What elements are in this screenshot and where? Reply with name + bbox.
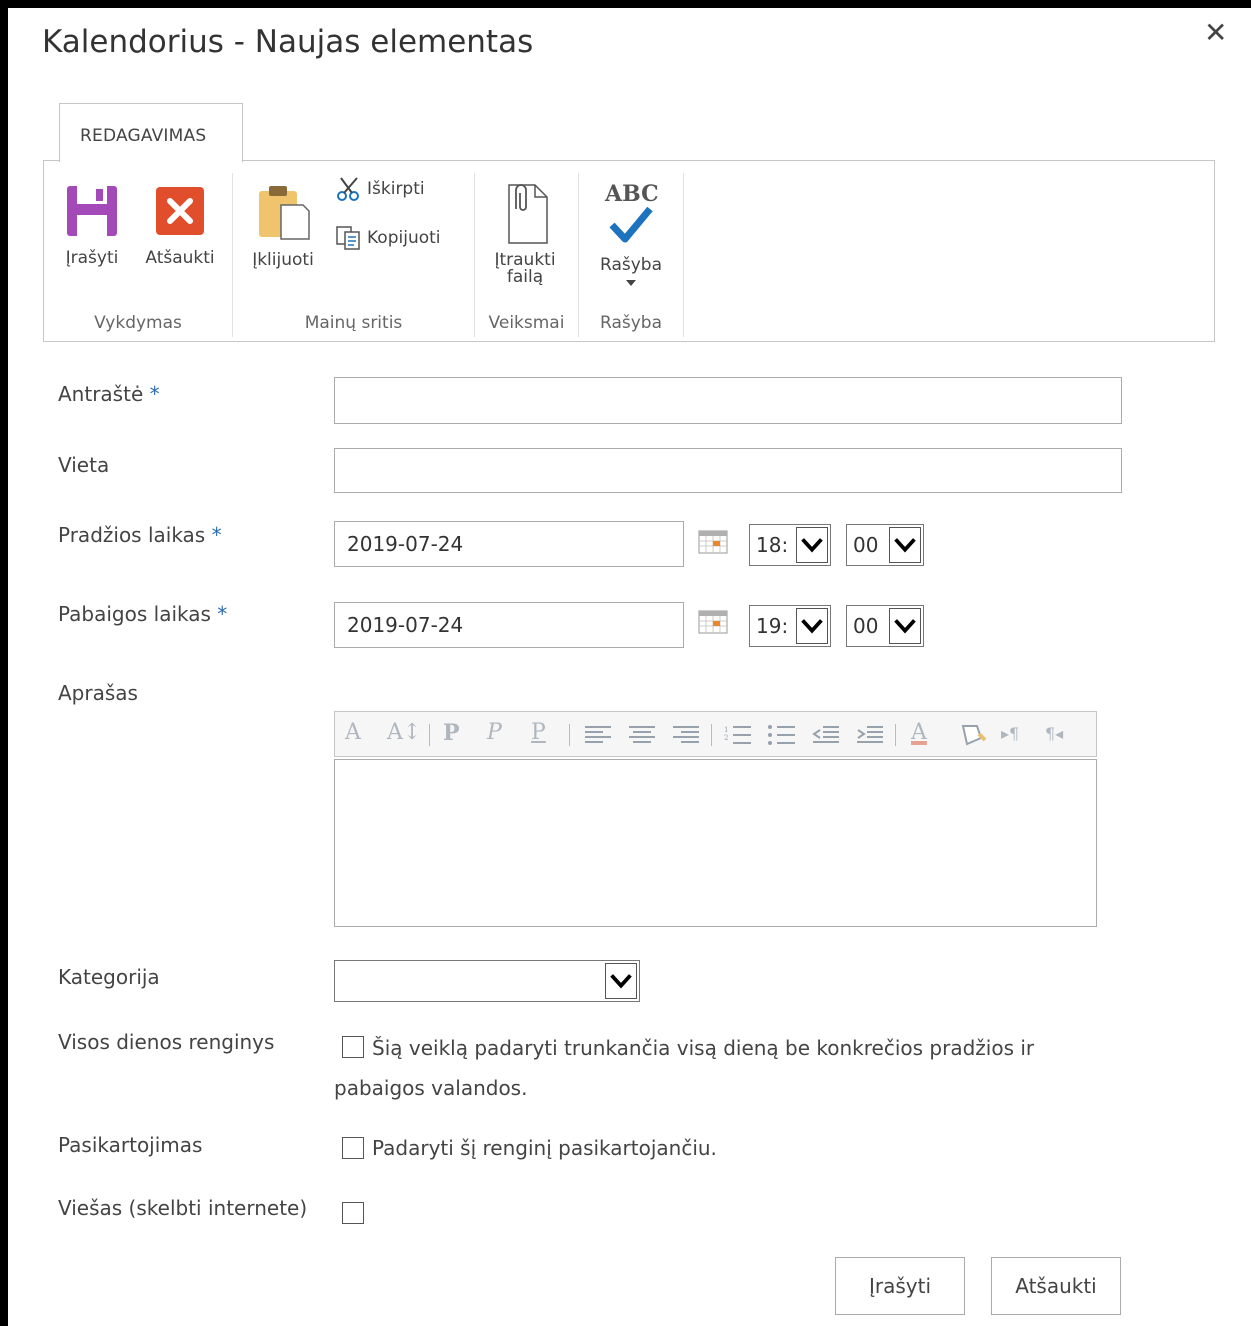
location-field-label: Vieta	[58, 453, 110, 477]
chevron-down-icon	[796, 527, 828, 563]
allday-description-line1: Šią veiklą padaryti trunkančia visą dien…	[372, 1036, 1035, 1060]
public-checkbox[interactable]	[342, 1202, 364, 1224]
bold-icon[interactable]: P	[443, 720, 460, 746]
allday-checkbox[interactable]	[342, 1036, 364, 1058]
attach-file-icon	[508, 184, 548, 244]
cancel-icon	[156, 187, 204, 235]
indent-icon[interactable]	[855, 724, 885, 746]
font-color-icon[interactable]: A	[911, 720, 927, 745]
end-minute-select[interactable]: 00	[846, 605, 924, 647]
copy-icon	[336, 226, 360, 250]
ribbon-cancel-button[interactable]: Atšaukti	[140, 185, 220, 267]
tab-label: REDAGAVIMAS	[80, 126, 207, 146]
recurrence-description: Padaryti šį renginį pasikartojančiu.	[372, 1136, 717, 1160]
highlight-color-icon[interactable]	[955, 722, 989, 748]
start-date-input[interactable]	[334, 521, 684, 567]
ribbon-spelling-button[interactable]: ABC Rašyba	[591, 181, 671, 286]
paste-icon	[259, 186, 310, 240]
toolbar-divider	[711, 724, 712, 746]
start-time-label: Pradžios laikas *	[58, 523, 222, 547]
chevron-down-icon	[889, 527, 921, 563]
required-mark: *	[149, 382, 160, 406]
group-label-veiksmai: Veiksmai	[488, 313, 565, 333]
description-label: Aprašas	[58, 681, 138, 705]
ribbon-attach-file-button[interactable]: Įtraukti failą	[485, 181, 565, 286]
title-field-label: Antraštė *	[58, 382, 160, 406]
save-icon	[67, 186, 117, 236]
group-veiksmai: Įtraukti failą Veiksmai	[475, 173, 579, 337]
ltr-icon[interactable]: ▸¶	[1001, 724, 1019, 743]
ribbon-copy-button[interactable]: Kopijuoti	[335, 225, 441, 251]
ribbon-save-label: Įrašyti	[65, 248, 119, 268]
new-item-dialog: Kalendorius - Naujas elementas ✕ REDAGAV…	[8, 8, 1251, 1326]
recurrence-checkbox[interactable]	[342, 1137, 364, 1159]
spelling-icon: ABC	[591, 181, 671, 247]
start-hour-select[interactable]: 18:	[749, 524, 831, 566]
ribbon: Įrašyti Atšaukti Vykdymas Įklijuoti Iški…	[43, 160, 1215, 342]
toolbar-divider	[429, 724, 430, 746]
allday-description-line2: pabaigos valandos.	[334, 1076, 528, 1100]
numbered-list-icon[interactable]: 12	[723, 724, 753, 746]
outdent-icon[interactable]	[811, 724, 841, 746]
ribbon-paste-button[interactable]: Įklijuoti	[243, 181, 323, 269]
rich-text-toolbar: A A↕ P P P 12 A ▸¶ ¶◂	[334, 711, 1097, 757]
ribbon-save-button[interactable]: Įrašyti	[64, 185, 120, 267]
chevron-down-icon	[626, 280, 636, 286]
end-hour-select[interactable]: 19:	[749, 605, 831, 647]
font-icon[interactable]: A	[345, 720, 361, 745]
required-mark: *	[217, 602, 228, 626]
align-left-icon[interactable]	[583, 724, 613, 746]
category-select[interactable]	[334, 960, 640, 1002]
group-mainu-sritis: Įklijuoti Iškirpti Kopijuoti Mainų sriti…	[233, 173, 475, 337]
save-button[interactable]: Įrašyti	[835, 1257, 965, 1315]
title-input[interactable]	[334, 377, 1122, 424]
ribbon-paste-label: Įklijuoti	[252, 250, 314, 270]
ribbon-cut-button[interactable]: Iškirpti	[335, 175, 425, 203]
bullet-list-icon[interactable]	[767, 724, 797, 746]
scissors-icon	[337, 177, 359, 201]
checkmark-icon	[609, 206, 653, 243]
group-label-rasyba: Rašyba	[600, 313, 662, 333]
chevron-down-icon	[796, 608, 828, 644]
ribbon-attach-label-2: failą	[506, 267, 544, 287]
calendar-icon[interactable]	[698, 610, 728, 634]
end-date-input[interactable]	[334, 602, 684, 648]
allday-label: Visos dienos renginys	[58, 1030, 275, 1054]
underline-icon[interactable]: P	[531, 720, 546, 745]
group-vykdymas: Įrašyti Atšaukti Vykdymas	[44, 173, 233, 337]
group-label-mainu-sritis: Mainų sritis	[304, 313, 403, 333]
font-size-icon[interactable]: A↕	[387, 720, 421, 745]
ribbon-cancel-label: Atšaukti	[145, 248, 215, 268]
ribbon-copy-label: Kopijuoti	[367, 228, 441, 248]
toolbar-divider	[569, 724, 570, 746]
spelling-icon-text: ABC	[605, 181, 659, 207]
public-label: Viešas (skelbti internete)	[58, 1196, 308, 1220]
start-minute-select[interactable]: 00	[846, 524, 924, 566]
recurrence-label: Pasikartojimas	[58, 1133, 203, 1157]
category-label: Kategorija	[58, 965, 160, 989]
group-label-vykdymas: Vykdymas	[94, 313, 182, 333]
end-time-label: Pabaigos laikas *	[58, 602, 228, 626]
italic-icon[interactable]: P	[487, 720, 502, 745]
ribbon-spelling-label: Rašyba	[600, 255, 662, 275]
tab-redagavimas[interactable]: REDAGAVIMAS	[59, 103, 243, 162]
toolbar-divider	[895, 724, 896, 746]
dialog-title: Kalendorius - Naujas elementas	[42, 24, 534, 60]
svg-text:1: 1	[724, 726, 728, 734]
chevron-down-icon	[605, 963, 637, 999]
group-rasyba: ABC Rašyba Rašyba	[579, 173, 684, 337]
location-input[interactable]	[334, 448, 1122, 493]
ribbon-cut-label: Iškirpti	[367, 179, 425, 199]
description-editor[interactable]	[334, 759, 1097, 927]
cancel-button[interactable]: Atšaukti	[991, 1257, 1121, 1315]
chevron-down-icon	[889, 608, 921, 644]
required-mark: *	[211, 523, 222, 547]
close-icon[interactable]: ✕	[1204, 16, 1227, 49]
align-center-icon[interactable]	[627, 724, 657, 746]
calendar-icon[interactable]	[698, 530, 728, 554]
align-right-icon[interactable]	[671, 724, 701, 746]
rtl-icon[interactable]: ¶◂	[1045, 724, 1063, 743]
svg-text:2: 2	[724, 734, 728, 742]
